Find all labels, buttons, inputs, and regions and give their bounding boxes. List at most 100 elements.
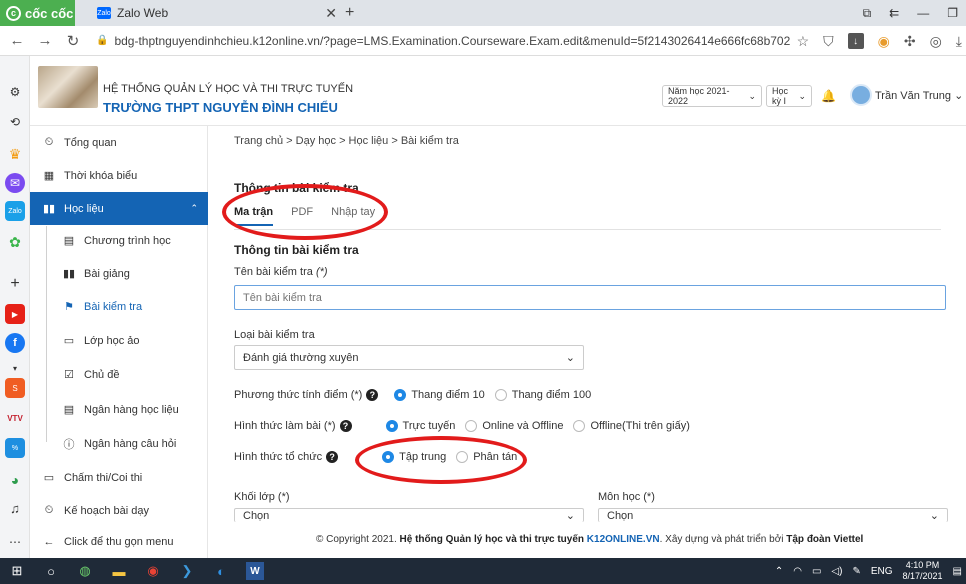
- grade-select[interactable]: Chọn ⌄: [234, 508, 584, 522]
- forward-button[interactable]: →: [34, 32, 56, 49]
- classroom-icon: ▭: [63, 335, 75, 347]
- coccoc-taskbar-icon[interactable]: ◍: [68, 558, 102, 584]
- extensions-icon[interactable]: ✣: [904, 33, 916, 50]
- user-name[interactable]: Trần Văn Trung ⌄: [875, 89, 963, 102]
- word-icon[interactable]: W: [246, 562, 264, 580]
- windows-start-icon[interactable]: ⊞: [0, 558, 34, 584]
- subject-label: Môn học (*): [598, 491, 655, 503]
- organization-label: Hình thức tổ chức: [234, 451, 323, 463]
- avatar[interactable]: [850, 84, 872, 106]
- pen-icon[interactable]: ✎: [852, 566, 860, 577]
- subject-select[interactable]: Chọn ⌄: [598, 508, 948, 522]
- test-type-select[interactable]: Đánh giá thường xuyên ⌄: [234, 345, 584, 370]
- radio-scale-100[interactable]: [494, 389, 507, 401]
- globe-icon[interactable]: ◕: [5, 470, 25, 490]
- coccoc-logo[interactable]: c cốc cốc: [0, 0, 75, 26]
- sidebar-item-material-bank[interactable]: ▤ Ngân hàng học liệu: [30, 393, 208, 426]
- browser-side-rail: ⚙ ⟲ ♛ ✉ Zalo ✿ + ▶ f ▾ S VTV % ◕ ♫ ⋯: [0, 56, 30, 558]
- minimize-button[interactable]: —: [917, 6, 929, 20]
- collapse-menu-button[interactable]: ← Click để thu gọn menu: [30, 525, 208, 558]
- address-bar: ← → ↻ 🔒 bdg-thptnguyendinhchieu.k12onlin…: [0, 26, 966, 56]
- shopee-icon[interactable]: S: [5, 378, 25, 398]
- game-icon[interactable]: ✿: [5, 232, 25, 252]
- sidebar-item-lectures[interactable]: ▮▮ Bài giảng: [30, 257, 208, 290]
- maximize-button[interactable]: ❐: [947, 6, 958, 20]
- sidebar-item-timetable[interactable]: ▦ Thời khóa biểu: [30, 159, 208, 192]
- test-name-label: Tên bài kiểm tra (*): [234, 266, 328, 278]
- new-tab-button[interactable]: +: [345, 4, 354, 22]
- tray-arrow-icon[interactable]: ⌃: [775, 566, 783, 577]
- close-tab-icon[interactable]: ✕: [325, 5, 337, 22]
- reading-list-icon[interactable]: ⧉: [863, 6, 872, 21]
- sidebar-item-virtual-class[interactable]: ▭ Lớp học ảo: [30, 324, 208, 357]
- language-indicator[interactable]: ENG: [871, 566, 893, 577]
- footer-brand: K12ONLINE.VN: [586, 534, 660, 545]
- chrome-icon[interactable]: ◉: [136, 558, 170, 584]
- volume-icon[interactable]: ◁): [831, 566, 842, 577]
- notifications-icon[interactable]: ▤: [953, 566, 962, 577]
- zalo-icon[interactable]: Zalo: [5, 201, 25, 221]
- list-icon: ▤: [63, 404, 75, 416]
- crown-icon[interactable]: ♛: [5, 144, 25, 164]
- section-title: Thông tin bài kiểm tra: [234, 243, 359, 257]
- facebook-icon[interactable]: f: [5, 333, 25, 353]
- promo-icon[interactable]: %: [5, 438, 25, 458]
- sidebar-item-lesson-plan[interactable]: ⏲ Kế hoạch bài dạy: [30, 494, 208, 527]
- school-year-select[interactable]: Năm học 2021-2022 ⌄: [662, 85, 762, 107]
- sidebar-item-curriculum[interactable]: ▤ Chương trình học: [30, 224, 208, 257]
- exam-mode-label: Hình thức làm bài (*): [234, 420, 336, 432]
- test-type-value: Đánh giá thường xuyên: [243, 351, 359, 364]
- sidebar-item-learning-materials[interactable]: ▮▮ Học liệu ⌃: [30, 192, 208, 225]
- help-icon[interactable]: ?: [366, 389, 379, 401]
- help-icon[interactable]: ?: [339, 420, 352, 432]
- sidebar-item-tests[interactable]: ⚑ Bài kiểm tra: [30, 290, 208, 323]
- browser-tab-zalo[interactable]: Zalo Zalo Web ✕: [97, 0, 337, 26]
- window-controls: ⧉ ⇇ — ❐: [863, 0, 966, 26]
- download-arrow-icon[interactable]: ⤓: [956, 33, 962, 50]
- sidebar-item-grading[interactable]: ▭ Chấm thi/Coi thi: [30, 461, 208, 494]
- footer-system-name: Hệ thống Quản lý học và thi trực tuyến: [399, 534, 585, 545]
- bookmark-star-icon[interactable]: ☆: [797, 33, 810, 50]
- messenger-icon[interactable]: ✉: [5, 173, 25, 193]
- radio-offline[interactable]: [573, 420, 586, 432]
- clock[interactable]: 4:10 PM 8/17/2021: [903, 560, 943, 582]
- bell-icon[interactable]: 🔔: [821, 89, 836, 103]
- file-explorer-icon[interactable]: ▬: [102, 558, 136, 584]
- radio-online-offline[interactable]: [465, 420, 478, 432]
- sidebar-item-question-bank[interactable]: ⓘ Ngân hàng câu hỏi: [30, 427, 208, 460]
- more-icon[interactable]: ⋯: [5, 532, 25, 552]
- battery-icon[interactable]: ▭: [812, 566, 821, 577]
- shield-icon[interactable]: ⛉: [823, 33, 834, 50]
- extension-color-icon[interactable]: ◉: [878, 33, 890, 50]
- semester-value: Học kỳ I: [772, 86, 789, 106]
- settings-icon[interactable]: ⚙: [5, 82, 25, 102]
- help-icon[interactable]: ?: [326, 451, 339, 463]
- edge-icon[interactable]: ◐: [204, 558, 238, 584]
- wifi-icon[interactable]: ◠: [793, 566, 802, 577]
- breadcrumb[interactable]: Trang chủ > Dạy học > Học liệu > Bài kiể…: [234, 135, 459, 147]
- search-icon[interactable]: ○: [34, 558, 68, 584]
- radio-online[interactable]: [385, 420, 398, 432]
- semester-select[interactable]: Học kỳ I ⌄: [766, 85, 812, 107]
- clock-time: 4:10 PM: [905, 560, 940, 570]
- profile-icon[interactable]: ◎: [930, 33, 942, 50]
- url-field[interactable]: 🔒 bdg-thptnguyendinhchieu.k12online.vn/?…: [96, 34, 790, 48]
- radio-scale-10[interactable]: [394, 389, 407, 401]
- test-name-input[interactable]: [234, 285, 946, 310]
- add-icon[interactable]: +: [5, 274, 25, 294]
- book-icon: ▮▮: [42, 203, 56, 215]
- vtv-icon[interactable]: VTV: [5, 408, 25, 428]
- sidebar-item-overview[interactable]: ⏲ Tổng quan: [30, 126, 208, 159]
- sidebar-item-topics[interactable]: ☑ Chủ đề: [30, 358, 208, 391]
- book-icon: ▮▮: [62, 268, 76, 280]
- scoring-method-row: Phương thức tính điểm (*) ? Thang điểm 1…: [234, 389, 591, 401]
- youtube-icon[interactable]: ▶: [5, 304, 25, 324]
- download-icon[interactable]: ↓: [847, 33, 864, 49]
- reload-button[interactable]: ↻: [62, 32, 84, 50]
- history-icon[interactable]: ⟲: [5, 112, 25, 132]
- vscode-icon[interactable]: ❯: [170, 558, 204, 584]
- chevron-down-icon[interactable]: ▾: [5, 358, 25, 378]
- notification-bell-icon[interactable]: ♫: [5, 498, 25, 518]
- back-button[interactable]: ←: [6, 32, 28, 49]
- back-tabs-icon[interactable]: ⇇: [889, 6, 899, 20]
